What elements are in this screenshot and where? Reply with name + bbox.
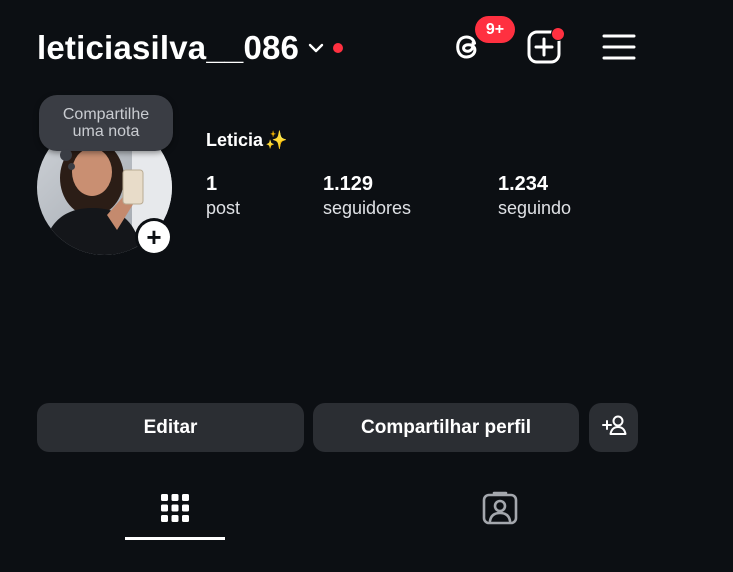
note-tail	[60, 149, 72, 161]
display-name: Leticia ✨	[206, 130, 287, 151]
following-label: seguindo	[498, 198, 572, 218]
tagged-icon	[482, 491, 518, 530]
posts-count: 1	[206, 173, 218, 195]
sparkle-icon: ✨	[265, 130, 288, 150]
following-count: 1.234	[498, 173, 549, 195]
tab-posts-grid[interactable]	[125, 480, 225, 540]
note-tail-small	[68, 163, 75, 170]
share-note-bubble[interactable]: Compartilhe uma nota	[39, 95, 173, 151]
active-tab-indicator	[125, 537, 225, 540]
profile-screen: leticiasilva__086 9+ Compartilhe uma not…	[0, 0, 733, 572]
menu-icon[interactable]	[599, 27, 639, 67]
grid-icon	[160, 493, 190, 528]
display-name-text: Leticia	[206, 130, 264, 150]
share-profile-button[interactable]: Compartilhar perfil	[313, 403, 579, 452]
username: leticiasilva__086	[37, 29, 300, 66]
edit-profile-button[interactable]: Editar	[37, 403, 304, 452]
threads-badge: 9+	[475, 16, 515, 43]
new-post-dot	[551, 27, 565, 41]
followers-count: 1.129	[323, 173, 374, 195]
chevron-down-icon	[307, 39, 325, 57]
stat-following[interactable]: 1.234 seguindo	[498, 172, 571, 220]
note-line-2: uma nota	[72, 123, 140, 140]
note-line-1: Compartilhe	[62, 106, 150, 123]
tab-tagged[interactable]	[450, 480, 550, 540]
stat-followers[interactable]: 1.129 seguidores	[323, 172, 411, 220]
account-switcher[interactable]: leticiasilva__086	[37, 26, 344, 70]
discover-people-button[interactable]	[589, 403, 638, 452]
notification-dot	[333, 43, 344, 53]
stat-posts[interactable]: 1 post	[206, 172, 240, 220]
add-story-button[interactable]: +	[135, 218, 173, 256]
posts-label: post	[206, 198, 241, 218]
profile-header: leticiasilva__086 9+	[0, 0, 733, 96]
plus-icon: +	[138, 221, 170, 253]
add-user-icon	[601, 414, 627, 442]
followers-label: seguidores	[323, 198, 412, 218]
